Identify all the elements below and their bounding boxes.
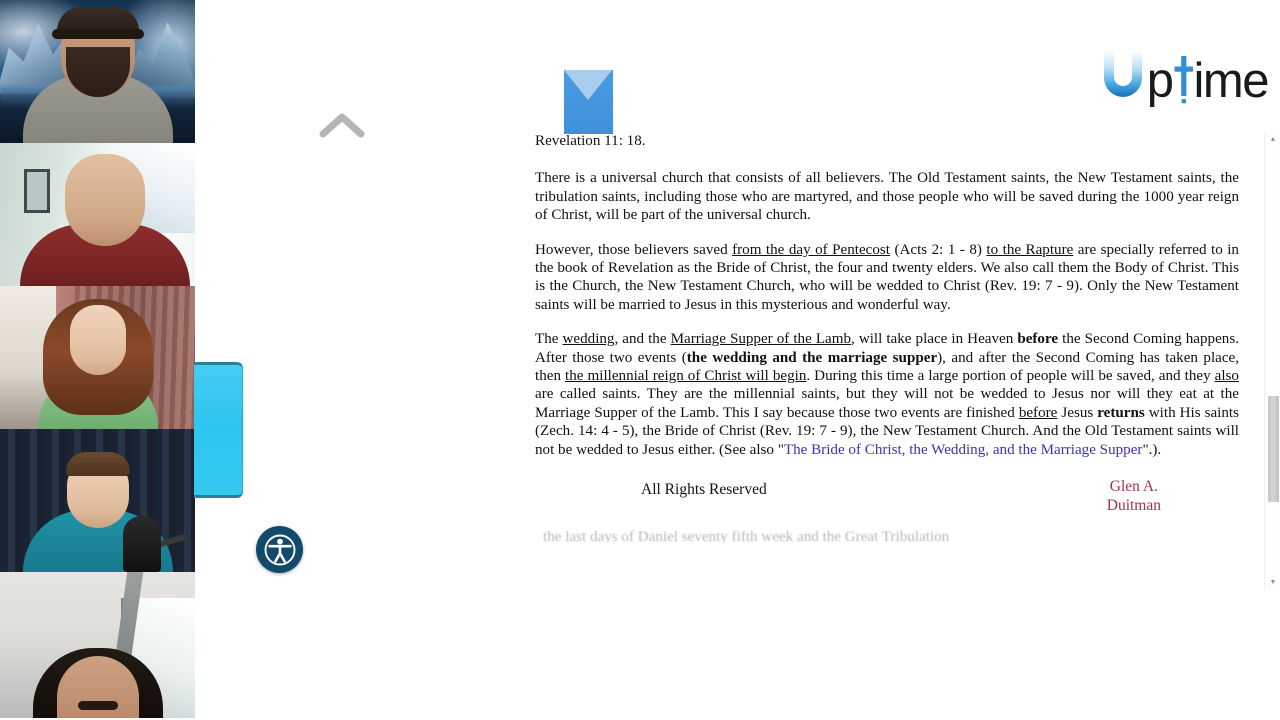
text-run-plain: ".).: [1142, 441, 1162, 458]
text-run-plain: , will take place in Heaven: [851, 331, 1018, 348]
participant-tile-3[interactable]: [0, 286, 195, 429]
paragraph-wedding-supper: The wedding, and the Marriage Supper of …: [535, 330, 1239, 459]
uptime-wordmark: p ime: [1100, 47, 1270, 108]
screen-share-window: p ime Revelation 11: 18. There is a univ…: [0, 0, 1280, 720]
wall-picture-frame: [24, 169, 50, 213]
chevron-up-icon[interactable]: [318, 108, 366, 142]
text-run-bold: returns: [1097, 404, 1145, 421]
participant-video-rail: [0, 0, 195, 720]
document-scrollbar[interactable]: ▲ ▼: [1264, 132, 1280, 590]
uptime-logo: p ime: [1100, 47, 1270, 108]
participant-head: [65, 154, 146, 246]
shared-document-viewport[interactable]: Revelation 11: 18. There is a universal …: [519, 132, 1280, 590]
participant-cap-brim: [51, 29, 144, 39]
verse-reference: Revelation 11: 18.: [535, 133, 646, 149]
text-run-plain: However, those believers saved: [535, 241, 733, 258]
scrollbar-thumb[interactable]: [1268, 396, 1279, 502]
scroll-up-icon[interactable]: ▲: [1265, 132, 1280, 147]
paragraph-universal-church: There is a universal church that consist…: [535, 169, 1239, 224]
participant-tile-1[interactable]: [0, 0, 195, 143]
participant-head: [69, 305, 126, 375]
microphone-icon: [123, 516, 161, 572]
participant-moustache: [77, 701, 118, 710]
author-byline: Glen A. Duitman: [1107, 477, 1161, 515]
logo-letters-ime: ime: [1193, 54, 1270, 108]
document-page: Revelation 11: 18. There is a universal …: [519, 132, 1255, 543]
text-run-plain: The: [535, 331, 563, 348]
text-run-underline: from the day of Pentecost: [732, 241, 890, 258]
participant-hair: [65, 452, 130, 476]
accessibility-icon[interactable]: [256, 526, 303, 573]
text-run-plain: Jesus: [1057, 404, 1098, 421]
participant-tile-2[interactable]: [0, 143, 195, 286]
logo-letter-p: p: [1146, 54, 1174, 108]
mail-badge-icon[interactable]: [564, 70, 613, 134]
author-line-2: Duitman: [1106, 497, 1161, 515]
scroll-down-icon[interactable]: ▼: [1265, 575, 1280, 590]
text-run-plain: , and the: [614, 331, 671, 348]
logo-cross-icon: [1173, 54, 1194, 106]
text-run-bold: before: [1017, 331, 1059, 348]
participant-panel-toggle-tab[interactable]: [194, 362, 243, 498]
document-footer: All Rights Reserved Glen A. Duitman: [535, 478, 1239, 514]
text-run-underline: Marriage Supper of the Lamb: [670, 331, 852, 348]
participant-tile-5[interactable]: [0, 572, 195, 718]
paragraph-bride-of-christ: However, those believers saved from the …: [535, 241, 1239, 315]
author-line-1: Glen A.: [1109, 478, 1158, 496]
text-run-plain: . During this time a large portion of pe…: [806, 368, 1215, 385]
text-run-underline: before: [1018, 404, 1058, 421]
clipped-next-line: the last days of Daniel seventy fifth we…: [543, 529, 950, 544]
participant-tile-4[interactable]: [0, 429, 195, 572]
text-run-bold: the wedding and the marriage supper: [686, 349, 938, 366]
text-run-link[interactable]: The Bride of Christ, the Wedding, and th…: [784, 442, 1143, 458]
text-run-underline: the millennial reign of Christ will begi…: [565, 368, 807, 385]
text-run-underline: also: [1214, 368, 1239, 385]
text-run-plain: There is a universal church that consist…: [535, 170, 1239, 224]
all-rights-reserved: All Rights Reserved: [641, 481, 767, 499]
text-run-plain: (Acts 2: 1 - 8): [889, 241, 987, 258]
text-run-underline: wedding: [562, 331, 615, 348]
logo-u-mark: [1100, 47, 1146, 106]
text-run-underline: to the Rapture: [986, 241, 1074, 258]
